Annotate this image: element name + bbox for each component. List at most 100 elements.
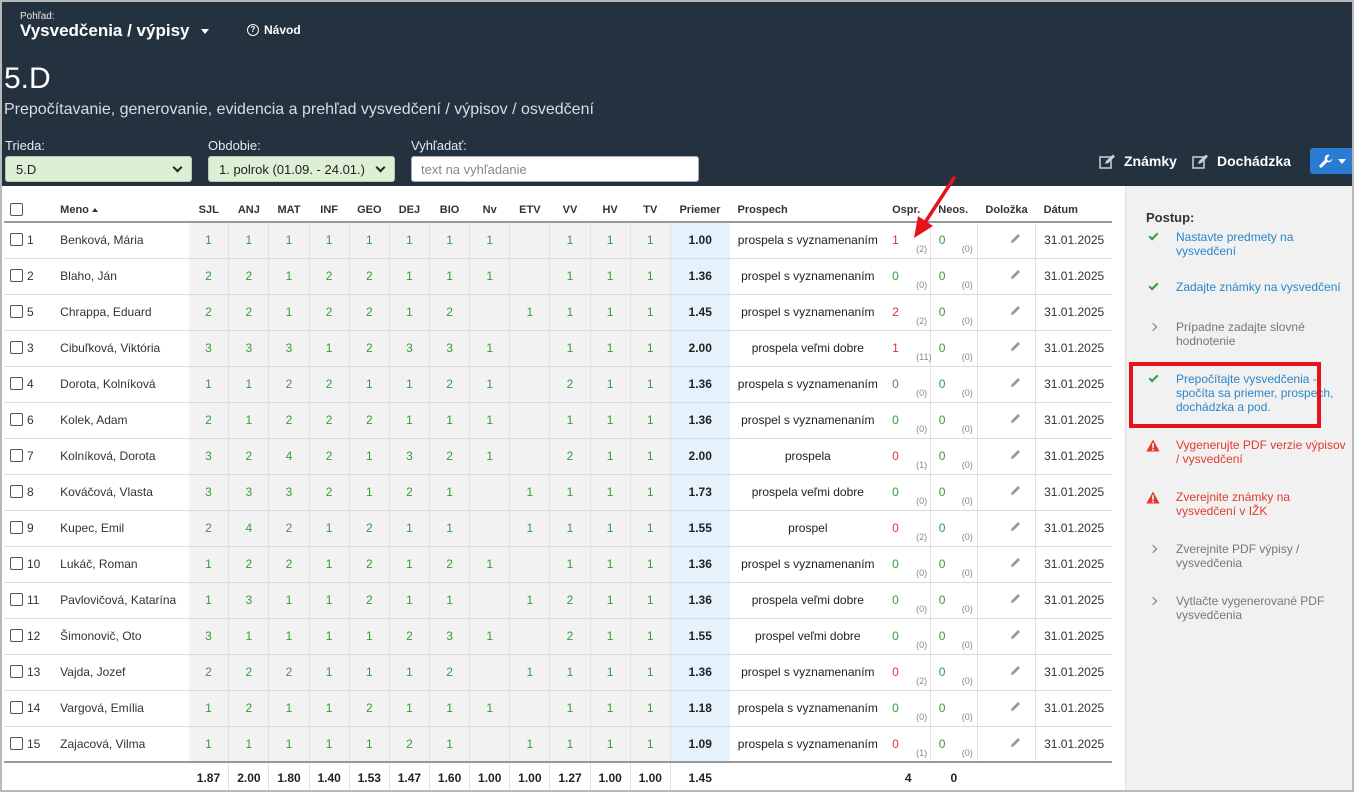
grade-cell[interactable]: 1 [349,618,390,655]
grade-cell[interactable]: 1 [549,294,591,331]
row-select-cell[interactable]: 2 [4,258,55,295]
attachment-cell[interactable] [977,582,1037,619]
grade-cell[interactable] [509,258,551,295]
grade-cell[interactable]: 1 [590,510,631,547]
attachment-cell[interactable] [977,366,1037,403]
grade-cell[interactable]: 1 [630,546,671,583]
grade-cell[interactable]: 1 [429,258,471,295]
row-checkbox[interactable] [10,701,23,714]
attachment-cell[interactable] [977,330,1037,367]
grade-cell[interactable]: 1 [309,654,350,691]
grade-cell[interactable]: 1 [469,258,511,295]
grade-cell[interactable] [509,690,551,727]
row-select-cell[interactable]: 9 [4,510,55,547]
pencil-icon[interactable] [1010,341,1021,352]
grade-cell[interactable]: 1 [549,510,591,547]
grade-cell[interactable]: 1 [630,222,671,259]
grade-cell[interactable]: 1 [309,726,350,763]
step-item[interactable]: Zverejnite známky na vysvedčení v IŽK [1146,490,1351,518]
pencil-icon[interactable] [1010,485,1021,496]
grade-cell[interactable] [469,474,511,511]
grade-cell[interactable]: 1 [469,546,511,583]
grade-cell[interactable]: 1 [228,402,270,439]
grade-cell[interactable]: 1 [549,474,591,511]
row-checkbox[interactable] [10,269,23,282]
pencil-icon[interactable] [1010,233,1021,244]
grade-cell[interactable]: 3 [389,330,431,367]
grade-cell[interactable]: 1 [429,510,471,547]
grade-cell[interactable]: 1 [630,618,671,655]
grade-cell[interactable]: 3 [268,330,310,367]
grade-cell[interactable]: 1 [188,690,230,727]
grade-cell[interactable]: 4 [268,438,310,475]
grade-cell[interactable]: 2 [268,366,310,403]
grade-cell[interactable]: 1 [389,546,431,583]
grade-cell[interactable]: 1 [188,582,230,619]
row-checkbox[interactable] [10,665,23,678]
grade-cell[interactable]: 1 [630,726,671,763]
grade-cell[interactable]: 3 [429,618,471,655]
grade-cell[interactable]: 1 [228,222,270,259]
grade-cell[interactable]: 1 [309,546,350,583]
pencil-icon[interactable] [1010,377,1021,388]
step-item[interactable]: Zverejnite PDF výpisy / vysvedčenia [1146,542,1351,570]
grade-cell[interactable]: 1 [389,510,431,547]
grade-cell[interactable]: 2 [309,294,350,331]
grade-cell[interactable]: 1 [590,474,631,511]
grade-cell[interactable]: 1 [630,438,671,475]
select-all-checkbox[interactable] [10,202,23,216]
grade-cell[interactable]: 1 [630,294,671,331]
grade-cell[interactable]: 1 [268,222,310,259]
grade-cell[interactable]: 1 [590,618,631,655]
grade-cell[interactable]: 3 [268,474,310,511]
grade-cell[interactable]: 2 [349,582,390,619]
grade-cell[interactable] [469,294,511,331]
grade-cell[interactable]: 2 [228,294,270,331]
grade-cell[interactable]: 3 [188,618,230,655]
row-select-cell[interactable]: 1 [4,222,55,259]
grade-cell[interactable] [469,510,511,547]
grade-cell[interactable]: 1 [228,366,270,403]
grade-cell[interactable]: 1 [309,690,350,727]
step-item[interactable]: Vytlačte vygenerované PDF vysvedčenia [1146,594,1351,622]
grade-cell[interactable]: 1 [549,258,591,295]
grade-cell[interactable]: 1 [389,582,431,619]
grade-cell[interactable]: 1 [389,258,431,295]
grade-cell[interactable]: 1 [590,546,631,583]
grade-cell[interactable]: 2 [309,438,350,475]
row-checkbox[interactable] [10,557,23,570]
grade-cell[interactable]: 1 [228,618,270,655]
row-select-cell[interactable]: 5 [4,294,55,331]
grade-cell[interactable]: 1 [188,726,230,763]
pencil-icon[interactable] [1010,665,1021,676]
grade-cell[interactable]: 2 [309,474,350,511]
grade-cell[interactable]: 3 [389,438,431,475]
grade-cell[interactable]: 1 [389,222,431,259]
grade-cell[interactable]: 1 [630,402,671,439]
select-all-header[interactable] [4,198,55,223]
grade-cell[interactable]: 1 [549,690,591,727]
class-select[interactable]: 5.D [5,156,192,182]
grade-cell[interactable]: 1 [469,366,511,403]
search-input[interactable] [411,156,699,182]
grade-cell[interactable]: 1 [590,222,631,259]
grade-cell[interactable]: 1 [429,222,471,259]
grade-cell[interactable]: 2 [429,546,471,583]
grade-cell[interactable]: 1 [349,474,390,511]
grade-cell[interactable]: 3 [188,438,230,475]
attendance-link[interactable]: Dochádzka [1192,153,1291,169]
row-checkbox[interactable] [10,305,23,318]
grade-cell[interactable]: 2 [268,402,310,439]
row-select-cell[interactable]: 12 [4,618,55,655]
grade-cell[interactable]: 2 [188,294,230,331]
grade-cell[interactable]: 1 [549,726,591,763]
name-column-header[interactable]: Meno [54,198,189,223]
grade-cell[interactable]: 3 [228,474,270,511]
pencil-icon[interactable] [1010,521,1021,532]
grade-cell[interactable]: 2 [549,438,591,475]
row-select-cell[interactable]: 13 [4,654,55,691]
grade-cell[interactable]: 2 [309,366,350,403]
grade-cell[interactable]: 2 [349,330,390,367]
grade-cell[interactable]: 2 [309,402,350,439]
grade-cell[interactable] [509,402,551,439]
